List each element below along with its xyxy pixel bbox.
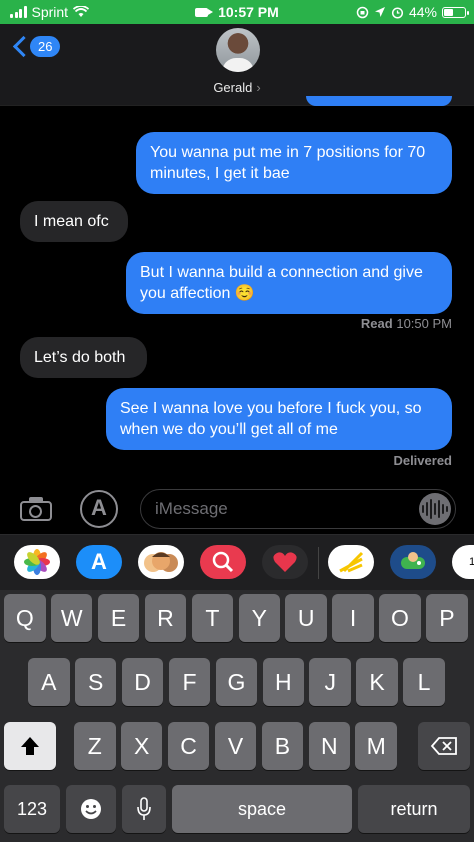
web-search-icon[interactable] [200,545,246,579]
key-j[interactable]: J [309,658,351,706]
battery-percent: 44% [408,4,437,20]
key-q[interactable]: Q [4,594,46,642]
rotation-lock-icon [356,6,369,18]
read-receipt: Read 10:50 PM [361,316,452,331]
chevron-right-icon: › [256,80,261,95]
key-t[interactable]: T [191,594,234,642]
numbers-key[interactable]: 123 [4,785,60,833]
chevron-left-icon [12,34,26,58]
key-c[interactable]: C [167,722,210,770]
location-icon [374,7,385,17]
key-l[interactable]: L [403,658,445,706]
compose-bar: A [0,484,474,534]
key-d[interactable]: D [121,658,164,706]
microphone-icon [137,797,151,820]
game-icon[interactable] [390,545,436,579]
key-r[interactable]: R [144,594,187,642]
key-g[interactable]: G [215,658,258,706]
key-m[interactable]: M [355,722,397,770]
keyboard: QWERTYUIOP ASDFGHJKL ZXCVBNM 123 space r… [0,590,474,842]
incoming-message[interactable]: Let’s do both [20,337,147,378]
contact-avatar[interactable] [216,28,260,72]
outgoing-message[interactable]: You wanna put me in 7 positions for 70 m… [136,132,452,194]
key-v[interactable]: V [214,722,257,770]
key-w[interactable]: W [50,594,93,642]
key-h[interactable]: H [262,658,305,706]
key-e[interactable]: E [97,594,140,642]
status-bar: Sprint 10:57 PM 44% [0,0,474,24]
photos-icon[interactable] [14,545,60,579]
key-f[interactable]: F [168,658,211,706]
delivered-receipt: Delivered [393,453,452,468]
camera-icon[interactable] [18,494,54,522]
dictation-key[interactable] [122,785,166,833]
return-key[interactable]: return [358,785,470,833]
key-z[interactable]: Z [74,722,116,770]
key-a[interactable]: A [28,658,70,706]
emoji-key[interactable] [66,785,116,833]
message-input[interactable] [155,498,405,520]
key-u[interactable]: U [285,594,327,642]
conversation-header: 26 Gerald › [0,24,474,106]
digital-touch-icon[interactable] [262,545,308,579]
shift-key[interactable] [4,722,56,770]
previous-message-bubble[interactable] [306,96,452,106]
contact-name: Gerald [213,80,253,95]
drawer-divider [318,547,319,579]
shift-icon [21,737,39,755]
key-n[interactable]: N [308,722,351,770]
incoming-message[interactable]: I mean ofc [20,201,128,242]
battery-icon [442,6,469,18]
status-time: 10:57 PM [218,4,279,20]
read-time: 10:50 PM [396,316,452,331]
app-drawer: A 1 [0,534,474,590]
outgoing-message[interactable]: But I wanna build a connection and give … [126,252,452,314]
alarm-icon [391,6,404,19]
calendar-icon[interactable]: 1 [452,545,474,579]
memoji-icon[interactable] [138,545,184,579]
key-p[interactable]: P [426,594,468,642]
space-key[interactable]: space [172,785,352,833]
key-b[interactable]: B [261,722,304,770]
audio-message-icon[interactable] [419,493,451,525]
emoji-icon [81,799,101,819]
back-button[interactable]: 26 [12,34,61,58]
sprint-icon[interactable] [328,545,374,579]
message-field[interactable] [140,489,456,529]
delete-key[interactable] [418,722,470,770]
facetime-video-icon [195,8,214,17]
app-store-toggle-icon[interactable]: A [80,490,118,528]
read-label: Read [360,316,393,331]
key-y[interactable]: Y [238,594,281,642]
key-s[interactable]: S [74,658,117,706]
key-o[interactable]: O [379,594,421,642]
key-x[interactable]: X [120,722,163,770]
delivered-label: Delivered [393,453,452,468]
key-i[interactable]: I [332,594,374,642]
contact-name-button[interactable]: Gerald › [0,80,474,95]
app-store-icon[interactable]: A [76,545,122,579]
outgoing-message[interactable]: See I wanna love you before I fuck you, … [106,388,452,450]
key-k[interactable]: K [356,658,398,706]
backspace-icon [430,737,457,755]
